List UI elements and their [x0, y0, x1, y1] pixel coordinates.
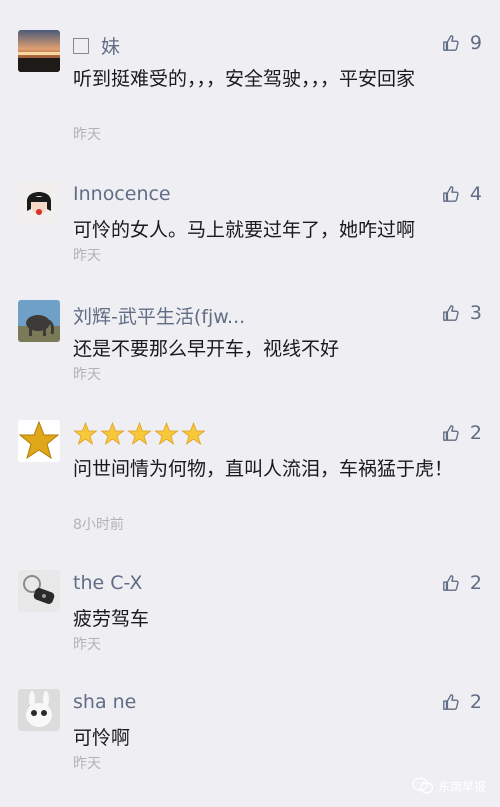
like-count: 2 [469, 691, 482, 713]
thumbs-up-icon [443, 186, 459, 202]
star-icon [127, 422, 152, 446]
avatar[interactable] [18, 30, 60, 72]
like-count: 9 [469, 32, 482, 54]
comment-text: 可怜的女人。马上就要过年了，她咋过啊 [73, 219, 416, 241]
comment-text: 听到挺难受的，，，安全驾驶，，，平安回家 [73, 68, 416, 90]
comment-time: 昨天 [73, 756, 101, 772]
comment-text: 可怜啊 [73, 727, 131, 749]
thumbs-up-icon [443, 575, 459, 591]
rabbit-avatar-image [18, 689, 60, 731]
thumbs-up-icon [443, 694, 459, 710]
comment-text: 还是不要那么早开车，视线不好 [73, 338, 340, 360]
like-button[interactable]: 4 [442, 183, 482, 205]
avatar[interactable] [18, 420, 60, 462]
comment-item: sha ne 2 可怜啊 昨天 [0, 689, 500, 779]
comment-item: 2 问世间情为何物，直叫人流泪，车祸猛于虎！ 8小时前 [0, 420, 500, 540]
comment-time: 昨天 [73, 637, 101, 653]
nickname[interactable]: 妹 [73, 32, 120, 59]
like-count: 4 [469, 183, 482, 205]
nickname[interactable]: sha ne [73, 691, 136, 713]
like-button[interactable]: 2 [442, 572, 482, 594]
nickname[interactable] [73, 422, 206, 446]
comment-item: Innocence 4 可怜的女人。马上就要过年了，她咋过啊 昨天 [0, 181, 500, 271]
comment-time: 8小时前 [73, 517, 124, 533]
star-icon [154, 422, 179, 446]
avatar[interactable] [18, 300, 60, 342]
thumbs-up-icon [443, 425, 459, 441]
comment-time: 昨天 [73, 127, 101, 143]
watermark: 东南早报 [412, 777, 486, 795]
comment-time: 昨天 [73, 367, 101, 383]
avatar[interactable] [18, 181, 60, 223]
star-emoji-row [73, 422, 206, 446]
checkbox-icon [73, 38, 89, 54]
nickname[interactable]: 刘辉-武平生活(fjw... [73, 302, 245, 329]
like-button[interactable]: 2 [442, 422, 482, 444]
like-button[interactable]: 2 [442, 691, 482, 713]
avatar[interactable] [18, 689, 60, 731]
star-icon [73, 422, 98, 446]
watermark-text: 东南早报 [437, 779, 486, 794]
star-icon [100, 422, 125, 446]
like-button[interactable]: 9 [442, 32, 482, 54]
thumbs-up-icon [443, 35, 459, 51]
car-key-avatar-image [18, 570, 60, 612]
thumbs-up-icon [443, 305, 459, 321]
comment-text: 问世间情为何物，直叫人流泪，车祸猛于虎！ [73, 458, 454, 480]
elephant-avatar-image [18, 300, 60, 342]
like-count: 3 [469, 302, 482, 324]
girl-avatar-image [18, 181, 60, 223]
nickname[interactable]: the C-X [73, 572, 142, 594]
like-count: 2 [469, 422, 482, 444]
star-icon [181, 422, 206, 446]
nickname[interactable]: Innocence [73, 183, 171, 205]
comment-item: 刘辉-武平生活(fjw... 3 还是不要那么早开车，视线不好 昨天 [0, 300, 500, 390]
wechat-logo-icon [412, 777, 434, 794]
avatar[interactable] [18, 570, 60, 612]
comment-item: 妹 9 听到挺难受的，，，安全驾驶，，，平安回家 昨天 [0, 30, 500, 150]
comment-text: 疲劳驾车 [73, 608, 150, 630]
star-avatar-image [18, 420, 60, 462]
comment-time: 昨天 [73, 248, 101, 264]
like-count: 2 [469, 572, 482, 594]
comment-item: the C-X 2 疲劳驾车 昨天 [0, 570, 500, 660]
sunset-avatar-image [18, 30, 60, 72]
like-button[interactable]: 3 [442, 302, 482, 324]
